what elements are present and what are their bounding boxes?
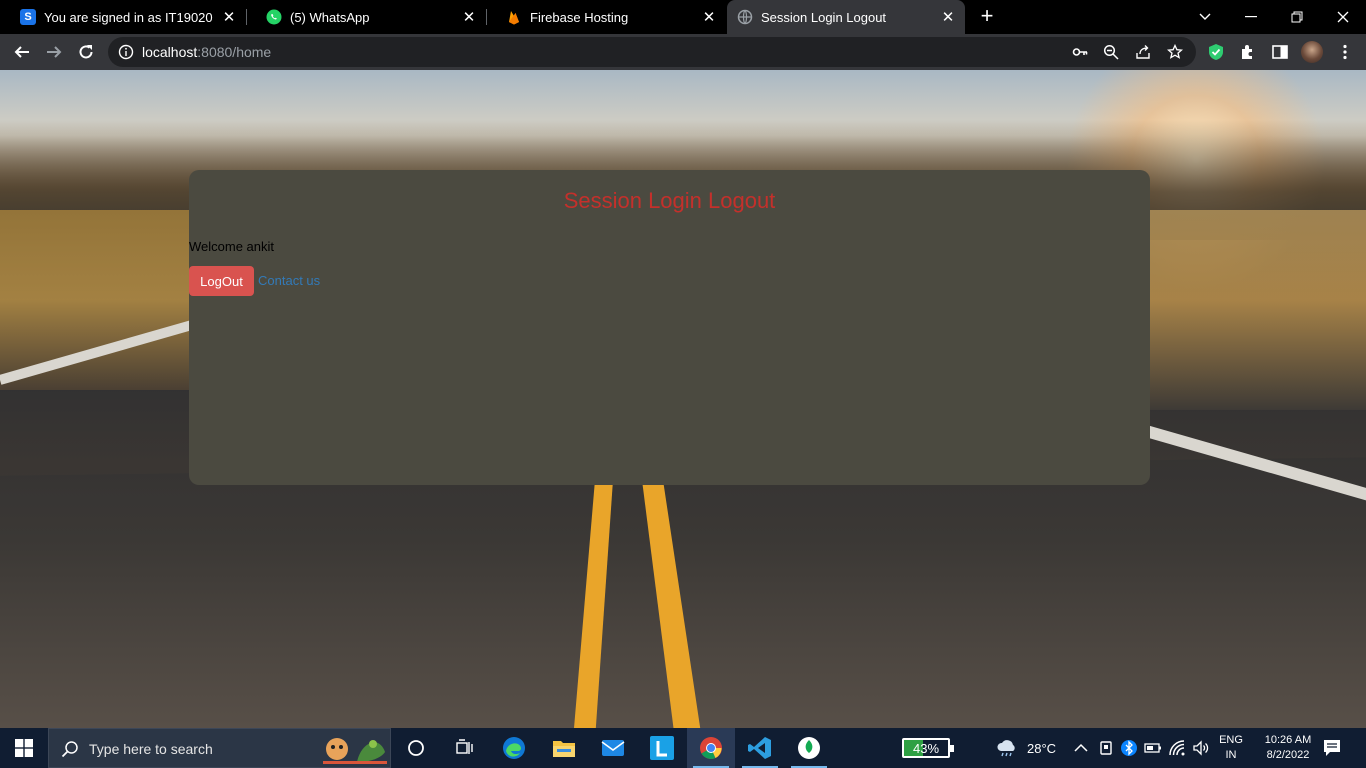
close-icon[interactable]: ✕ [935,8,961,26]
chevron-up-icon[interactable] [1072,739,1090,757]
tab-signed-in[interactable]: S You are signed in as IT19020 ✕ [0,0,246,34]
minimize-button[interactable] [1228,0,1274,34]
clock-date: 8/2/2022 [1266,749,1310,761]
battery-percent: 43% [912,741,940,756]
temperature: 28°C [1027,740,1057,756]
close-icon [1337,11,1349,23]
restore-button[interactable] [1274,0,1320,34]
chevron-down-icon [1199,13,1211,20]
chrome-icon [700,737,722,759]
arrow-right-icon [47,46,62,58]
restore-icon [1291,11,1303,23]
taskbar: Type here to search 43% 28°C ENG IN 10:2… [0,728,1366,768]
tab-search-button[interactable] [1182,0,1228,34]
close-icon[interactable]: ✕ [456,8,482,26]
forward-button[interactable] [40,38,68,66]
share-icon[interactable] [1135,44,1151,60]
clock[interactable]: 10:26 AM 8/2/2022 [1252,733,1324,763]
address-bar[interactable]: localhost:8080/home [108,37,1196,67]
cortana-button[interactable] [392,728,440,768]
more-menu-icon[interactable] [1336,43,1354,61]
star-icon[interactable] [1167,44,1183,60]
volume-icon[interactable] [1192,739,1210,757]
l-app[interactable] [638,728,686,768]
search-icon [61,741,78,758]
close-icon[interactable]: ✕ [216,8,242,26]
shield-extension-icon[interactable] [1207,43,1225,61]
logout-button[interactable]: LogOut [189,266,254,296]
vscode-app[interactable] [736,728,784,768]
url-text: localhost:8080/home [142,44,272,60]
battery-nub [950,745,954,752]
mail-app[interactable] [589,728,637,768]
back-button[interactable] [8,38,36,66]
clock-time: 10:26 AM [1264,734,1312,746]
tab-whatsapp[interactable]: (5) WhatsApp ✕ [246,0,486,34]
tab-title: (5) WhatsApp [290,9,370,25]
zoom-out-icon[interactable] [1103,44,1119,60]
arrow-left-icon [14,46,29,58]
bluetooth-icon[interactable] [1120,739,1138,757]
task-view-button[interactable] [440,728,488,768]
mail-icon [601,740,625,756]
language-indicator[interactable]: ENG IN [1218,733,1244,763]
task-view-icon [456,739,473,754]
language-code: ENG [1219,734,1243,746]
minimize-icon [1245,16,1257,18]
vscode-icon [748,737,771,759]
reload-icon [79,45,93,59]
file-explorer-app[interactable] [540,728,588,768]
close-icon[interactable]: ✕ [696,8,722,26]
mongodb-app[interactable] [785,728,833,768]
profile-avatar[interactable] [1301,41,1323,63]
start-button[interactable] [0,728,48,768]
page-viewport: Session Login Logout Welcome ankit LogOu… [0,70,1366,728]
tab-title: Session Login Logout [761,9,887,25]
cloud-rain-icon [997,740,1015,757]
whatsapp-icon [266,9,282,25]
mongodb-leaf-icon [798,737,820,759]
tab-title: Firebase Hosting [530,9,629,25]
region-code: IN [1225,749,1237,761]
edge-icon [503,737,525,759]
close-window-button[interactable] [1320,0,1366,34]
browser-toolbar: localhost:8080/home [0,34,1366,70]
l-logo-icon [650,736,674,760]
globe-icon [737,9,753,25]
s-logo-icon: S [20,9,36,25]
weather-widget[interactable]: 28°C [995,738,1056,758]
circle-icon [408,740,424,756]
notification-icon[interactable] [1322,738,1342,758]
search-placeholder: Type here to search [89,741,213,757]
search-highlight-art-icon [323,738,387,764]
battery-indicator[interactable]: 43% [902,738,954,758]
taskbar-search[interactable]: Type here to search [48,728,391,768]
chrome-app[interactable] [687,728,735,768]
side-panel-icon[interactable] [1271,43,1289,61]
welcome-message: Welcome ankit [189,239,275,254]
tab-title: You are signed in as IT19020 [44,9,213,25]
extensions-icon[interactable] [1239,43,1257,61]
key-icon[interactable] [1072,44,1088,60]
contact-us-link[interactable]: Contact us [258,273,320,288]
reload-button[interactable] [72,38,100,66]
session-card: Session Login Logout Welcome ankit LogOu… [189,170,1150,485]
tab-strip: S You are signed in as IT19020 ✕ (5) Wha… [0,0,1366,34]
battery-icon[interactable] [1144,739,1162,757]
firebase-icon [506,9,522,25]
folder-icon [553,741,575,757]
tab-session-login-logout[interactable]: Session Login Logout ✕ [727,0,965,34]
tab-firebase[interactable]: Firebase Hosting ✕ [486,0,726,34]
wifi-icon[interactable] [1168,739,1186,757]
windows-logo-icon [15,739,33,757]
info-icon[interactable] [118,44,134,60]
edge-app[interactable] [490,728,538,768]
device-icon[interactable] [1097,739,1115,757]
new-tab-button[interactable]: + [975,4,999,28]
page-title: Session Login Logout [563,188,776,213]
